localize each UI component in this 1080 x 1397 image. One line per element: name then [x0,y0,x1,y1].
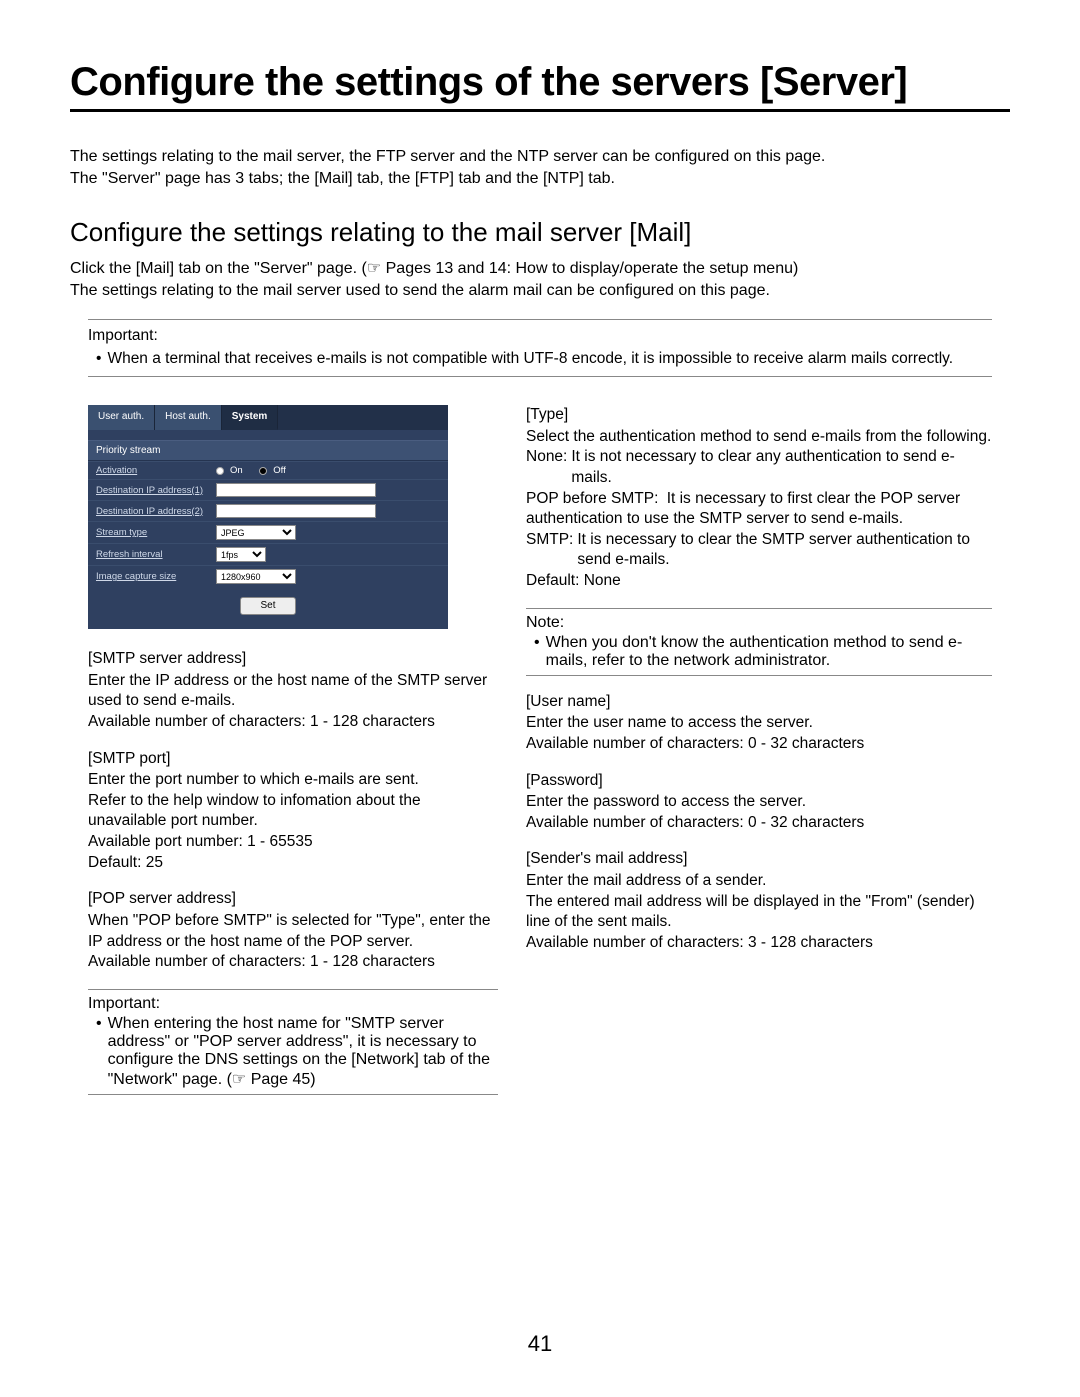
row-dest2: Destination IP address(2) [88,500,448,521]
radio-off[interactable] [259,467,267,475]
radio-off-label: Off [273,465,286,476]
radio-on-label: On [230,465,243,476]
section-priority-stream: Priority stream [88,440,448,461]
sender-desc: [Sender's mail address] Enter the mail a… [526,849,992,953]
row-dest1: Destination IP address(1) [88,479,448,500]
subintro-line2: The settings relating to the mail server… [70,280,1010,302]
smtp-address-body: Enter the IP address or the host name of… [88,671,498,712]
pop-b1: When "POP before SMTP" is selected for "… [88,911,498,952]
radio-on[interactable] [216,467,224,475]
smtp-port-b3: Available port number: 1 - 65535 [88,832,498,853]
page-title: Configure the settings of the servers [S… [70,60,1010,112]
type-default: Default: None [526,571,992,592]
important-callout: Important: • When a terminal that receiv… [88,319,992,377]
subintro-line1: Click the [Mail] tab on the "Server" pag… [70,258,1010,280]
section-title: Configure the settings relating to the m… [70,217,1010,248]
intro-line1: The settings relating to the mail server… [70,146,1010,168]
smtp-port-b1: Enter the port number to which e-mails a… [88,770,498,791]
sender-b1: Enter the mail address of a sender. [526,871,992,892]
important-callout-2: Important: • When entering the host name… [88,989,498,1095]
important2-text: When entering the host name for "SMTP se… [108,1015,498,1089]
input-dest2[interactable] [216,504,376,518]
type-none-text: It is not necessary to clear any authent… [567,447,992,488]
type-smtp-name: SMTP: [526,530,573,571]
smtp-port-desc: [SMTP port] Enter the port number to whi… [88,749,498,874]
note-callout: Note: • When you don't know the authenti… [526,608,992,676]
row-imgsize: Image capture size 1280x960 [88,565,448,587]
important-text: When a terminal that receives e-mails is… [107,349,953,370]
pop-heading: [POP server address] [88,889,498,910]
smtp-port-b4: Default: 25 [88,853,498,874]
select-streamtype[interactable]: JPEG [216,525,296,540]
important-label: Important: [88,326,992,347]
bullet-dot: • [96,349,101,370]
label-dest1: Destination IP address(1) [96,485,216,496]
select-refresh[interactable]: 1fps [216,547,266,562]
sender-chars: Available number of characters: 3 - 128 … [526,933,992,954]
sender-heading: [Sender's mail address] [526,849,992,870]
section-intro: Click the [Mail] tab on the "Server" pag… [70,258,1010,301]
bullet-dot: • [96,1015,102,1089]
username-desc: [User name] Enter the user name to acces… [526,692,992,755]
username-heading: [User name] [526,692,992,713]
label-imgsize: Image capture size [96,571,216,582]
type-smtp-text: It is necessary to clear the SMTP server… [573,530,992,571]
intro-block: The settings relating to the mail server… [70,146,1010,189]
smtp-address-chars: Available number of characters: 1 - 128 … [88,712,498,733]
pop-address-desc: [POP server address] When "POP before SM… [88,889,498,972]
smtp-port-b2: Refer to the help window to infomation a… [88,791,498,832]
type-desc: [Type] Select the authentication method … [526,405,992,591]
password-heading: [Password] [526,771,992,792]
bullet-dot: • [534,634,540,670]
pop-b2: Available number of characters: 1 - 128 … [88,952,498,973]
note-text: When you don't know the authentication m… [546,634,992,670]
smtp-address-heading: [SMTP server address] [88,649,498,670]
note-label: Note: [526,614,992,632]
password-chars: Available number of characters: 0 - 32 c… [526,813,992,834]
username-chars: Available number of characters: 0 - 32 c… [526,734,992,755]
label-dest2: Destination IP address(2) [96,506,216,517]
type-heading: [Type] [526,405,992,426]
password-body: Enter the password to access the server. [526,792,992,813]
type-pop-name: POP before SMTP: [526,490,658,507]
select-imgsize[interactable]: 1280x960 [216,569,296,584]
tab-user-auth[interactable]: User auth. [88,405,155,430]
row-streamtype: Stream type JPEG [88,521,448,543]
row-activation: Activation On Off [88,461,448,479]
set-button[interactable]: Set [240,597,296,615]
row-refresh: Refresh interval 1fps [88,543,448,565]
type-body: Select the authentication method to send… [526,427,992,448]
type-none-name: None: [526,447,567,488]
intro-line2: The "Server" page has 3 tabs; the [Mail]… [70,168,1010,190]
smtp-address-desc: [SMTP server address] Enter the IP addre… [88,649,498,732]
label-refresh: Refresh interval [96,549,216,560]
sender-b2: The entered mail address will be display… [526,892,992,933]
tab-system[interactable]: System [222,405,279,430]
smtp-port-heading: [SMTP port] [88,749,498,770]
username-body: Enter the user name to access the server… [526,713,992,734]
page-number: 41 [0,1331,1080,1357]
important2-label: Important: [88,995,498,1013]
password-desc: [Password] Enter the password to access … [526,771,992,834]
tab-host-auth[interactable]: Host auth. [155,405,222,430]
settings-screenshot: User auth. Host auth. System Priority st… [88,405,448,629]
label-streamtype: Stream type [96,527,216,538]
label-activation: Activation [96,465,216,476]
input-dest1[interactable] [216,483,376,497]
